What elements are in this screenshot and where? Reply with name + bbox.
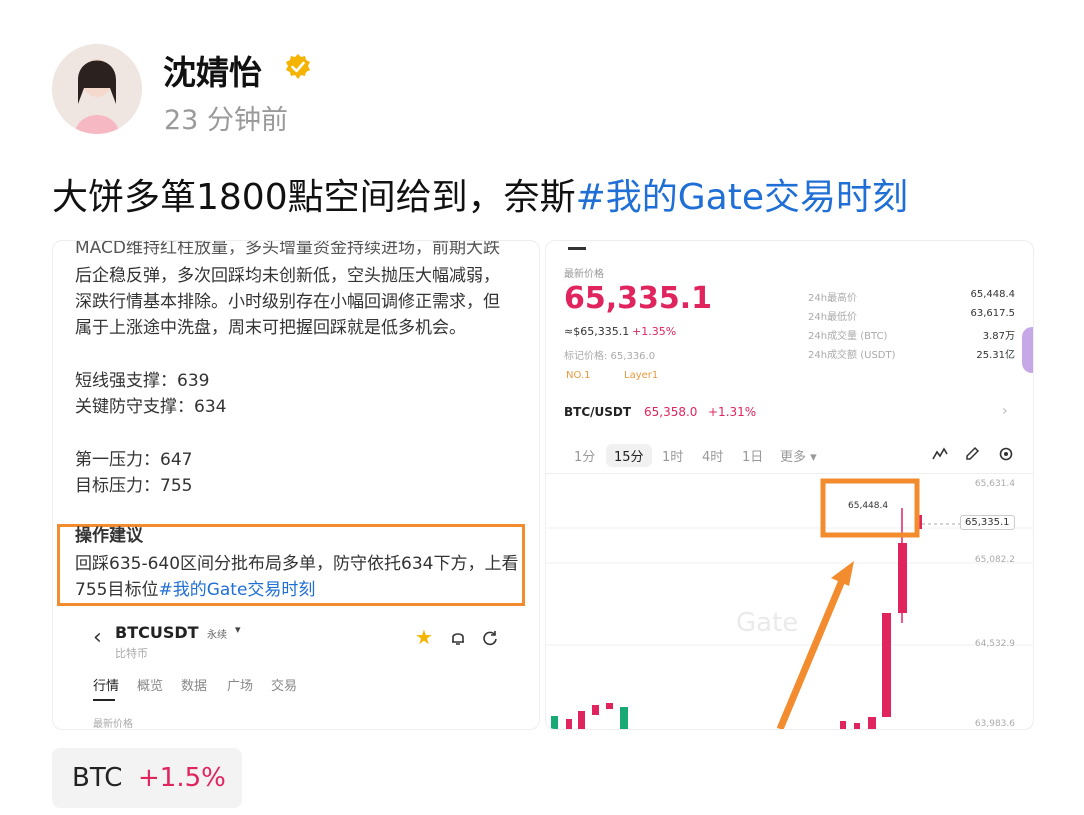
analysis-line-3: 深跌行情基本排除。小时级别存在小幅回调修正需求，但 <box>75 292 500 312</box>
bell-icon[interactable] <box>449 629 467 647</box>
tf-1h[interactable]: 1时 <box>662 446 683 465</box>
post-time: 23 分钟前 <box>164 105 288 136</box>
chevron-right-icon[interactable]: › <box>1002 403 1008 419</box>
avatar[interactable] <box>52 44 142 134</box>
advice-line-1: 回踩635-640区间分批布局多单，防守依托634下方，上看 <box>75 554 519 574</box>
tf-15m[interactable]: 15分 <box>606 444 652 467</box>
tf-1m[interactable]: 1分 <box>574 446 595 465</box>
settings-gear-icon[interactable] <box>998 446 1014 462</box>
author-name[interactable]: 沈婧怡 <box>163 46 262 94</box>
annotation-arrow <box>776 569 850 729</box>
axis-label-1: 65,631.4 <box>974 479 1015 489</box>
stat-value-volume: 3.87万 <box>982 331 1015 342</box>
tab-market[interactable]: 行情 <box>93 675 119 694</box>
ticker-symbol[interactable]: BTC <box>72 763 122 793</box>
stat-label-turnover: 24h成交额 (USDT) <box>808 350 896 361</box>
tf-4h[interactable]: 4时 <box>702 446 723 465</box>
category-badge[interactable]: Layer1 <box>624 370 658 381</box>
pair-price: 65,358.0 <box>644 405 698 419</box>
stat-label-low: 24h最低价 <box>808 312 858 323</box>
analysis-line-1: MACD维持红柱放量，多头增量资金持续进场，前期大跌 <box>75 240 500 258</box>
price-change: +1.35% <box>632 325 677 338</box>
favorite-star-icon[interactable]: ★ <box>415 625 433 649</box>
verified-badge-icon <box>286 54 310 79</box>
tab-trade[interactable]: 交易 <box>271 675 297 694</box>
fiat-price: ≈$65,335.1 <box>564 325 630 338</box>
tf-more[interactable]: 更多 ▾ <box>780 446 817 465</box>
post-text: 大饼多箪1800點空间给到，奈斯#我的Gate交易时刻 <box>52 168 908 220</box>
pair-name[interactable]: BTC/USDT <box>564 405 631 419</box>
stat-value-turnover: 25.31亿 <box>976 350 1015 361</box>
advice-title: 操作建议 <box>75 526 143 546</box>
ticker-change: +1.5% <box>138 763 226 793</box>
stat-value-low: 63,617.5 <box>970 308 1015 319</box>
indicator-icon[interactable] <box>932 446 948 462</box>
analysis-line-2: 后企稳反弹，多次回踩均未创新低，空头抛压大幅减弱， <box>75 266 500 286</box>
draw-pencil-icon[interactable] <box>964 446 980 462</box>
refresh-icon[interactable] <box>481 629 499 647</box>
resistance-target: 目标压力：755 <box>75 476 193 496</box>
tf-1d[interactable]: 1日 <box>742 446 763 465</box>
support-short: 短线强支撑：639 <box>75 371 210 391</box>
latest-price-label: 最新价格 <box>93 719 133 730</box>
watermark-logo: Gate <box>736 608 798 638</box>
post-hashtag[interactable]: #我的Gate交易时刻 <box>576 177 908 218</box>
candlestick-chart[interactable]: Gate <box>546 473 1033 729</box>
latest-price-label: 最新价格 <box>564 269 604 280</box>
post-image-left[interactable]: MACD维持红柱放量，多头增量资金持续进场，前期大跌 后企稳反弹，多次回踩均未创… <box>52 240 540 730</box>
resistance-first: 第一压力：647 <box>75 450 193 470</box>
side-floating-tab[interactable] <box>1022 327 1033 373</box>
rank-badge[interactable]: NO.1 <box>566 370 591 381</box>
annotation-arrowhead <box>831 561 854 586</box>
axis-label-3: 64,532.9 <box>974 639 1015 649</box>
high-price-label: 65,448.4 <box>848 501 889 511</box>
current-price-tag: 65,335.1 <box>960 515 1015 530</box>
big-price: 65,335.1 <box>564 281 713 316</box>
tab-data[interactable]: 数据 <box>181 675 207 694</box>
analysis-line-4: 属于上涨途中洗盘，周末可把握回踩就是低多机会。 <box>75 318 466 338</box>
contract-dropdown-icon[interactable]: ▾ <box>235 623 241 636</box>
post-image-right[interactable]: 最新价格 65,335.1 ≈$65,335.1 +1.35% 标记价格: 65… <box>545 240 1034 730</box>
support-key: 关键防守支撑：634 <box>75 397 227 417</box>
post-text-main: 大饼多箪1800點空间给到，奈斯 <box>52 177 576 218</box>
advice-hashtag[interactable]: #我的Gate交易时刻 <box>158 580 315 600</box>
mark-price: 标记价格: 65,336.0 <box>564 351 656 362</box>
tab-square[interactable]: 广场 <box>227 675 253 694</box>
stat-label-high: 24h最高价 <box>808 293 858 304</box>
pair-change: +1.31% <box>708 405 757 419</box>
app-symbol: BTCUSDT <box>115 623 199 642</box>
stat-label-volume: 24h成交量 (BTC) <box>808 331 888 342</box>
axis-label-2: 65,082.2 <box>974 555 1015 565</box>
contract-type[interactable]: 永续 <box>207 626 227 641</box>
stat-value-high: 65,448.4 <box>970 289 1015 300</box>
tab-overview[interactable]: 概览 <box>137 675 163 694</box>
advice-line-2: 755目标位#我的Gate交易时刻 <box>75 580 316 600</box>
axis-label-4: 63,983.6 <box>974 719 1015 729</box>
back-arrow-icon[interactable]: ‹ <box>93 625 102 650</box>
app-subtitle: 比特币 <box>115 647 148 660</box>
handle-bar <box>568 247 586 250</box>
active-tab-indicator <box>93 699 115 701</box>
